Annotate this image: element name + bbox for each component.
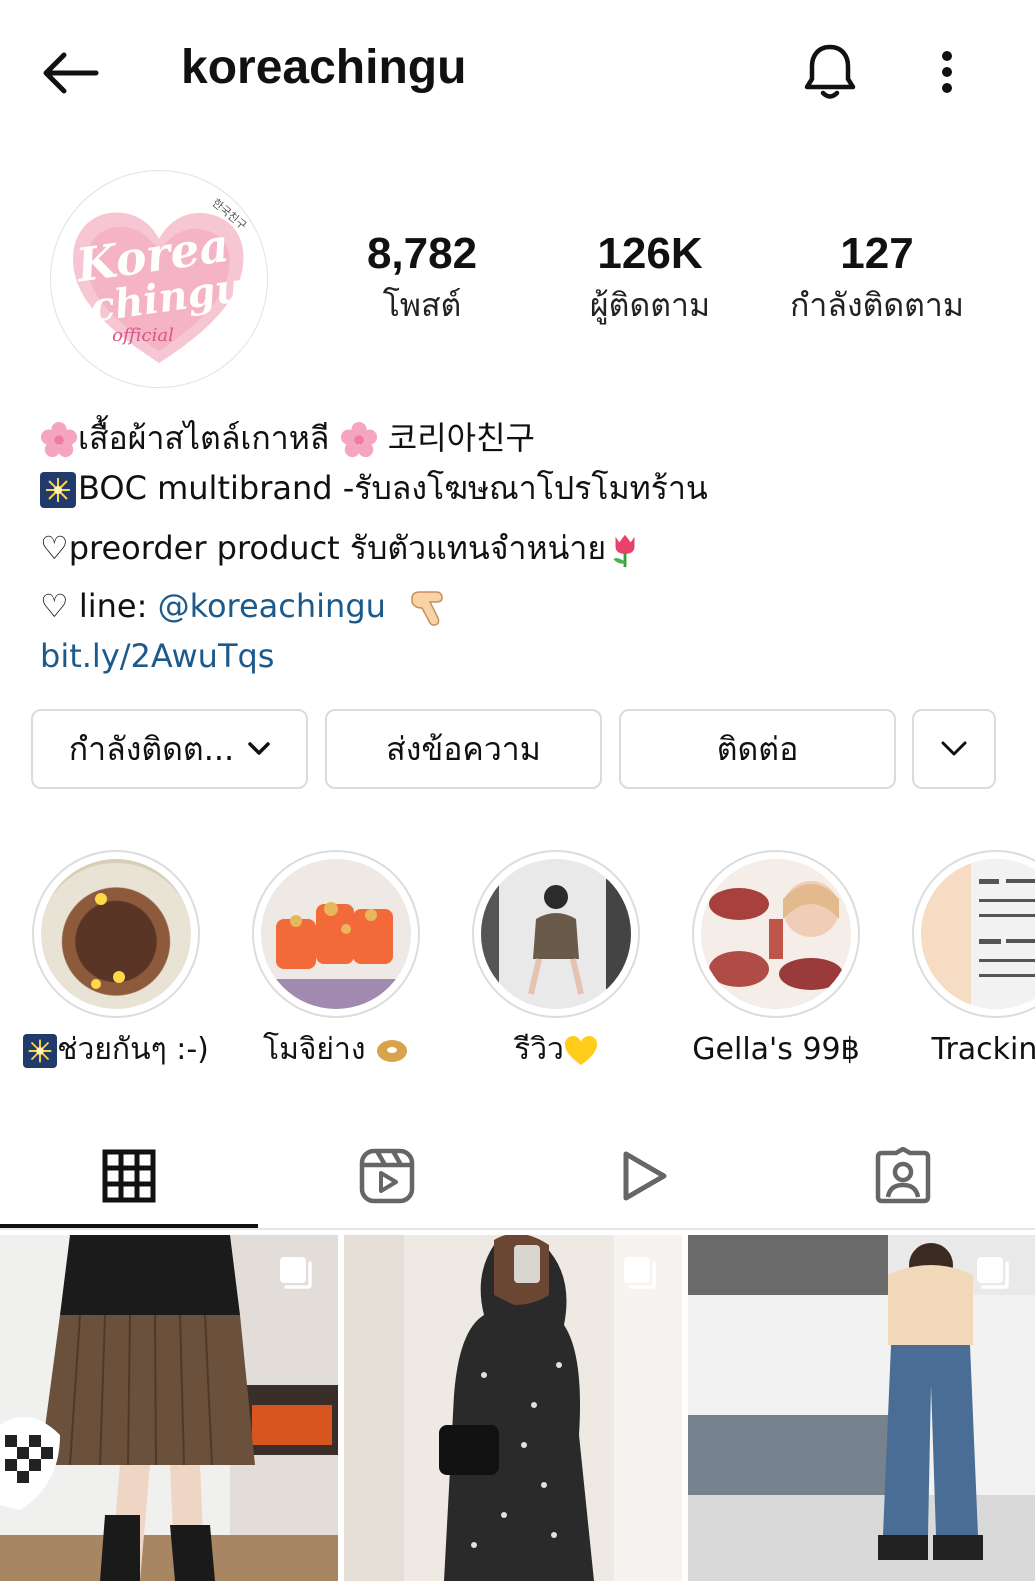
- back-button[interactable]: [38, 45, 102, 101]
- website-link[interactable]: bit.ly/2AwuTqs: [40, 634, 274, 678]
- more-options-button[interactable]: [925, 40, 969, 104]
- carousel-icon: [624, 1257, 656, 1289]
- bio-line-2: BOC multibrand -รับลงโฆษณาโปรโมทร้าน: [40, 466, 708, 510]
- story-highlight[interactable]: Gella's 99฿: [690, 850, 862, 1067]
- highlight-label: โมจิย่าง: [262, 1032, 376, 1067]
- line-handle-link[interactable]: @koreachingu: [158, 587, 386, 625]
- grid-icon: [102, 1149, 156, 1203]
- top-bar: koreachingu: [0, 0, 1035, 140]
- pointing-down-hand-icon: [411, 591, 443, 626]
- chevron-down-icon: [941, 741, 967, 756]
- highlight-cover: [481, 859, 631, 1009]
- story-highlight[interactable]: Tracking: [910, 850, 1035, 1067]
- posts-value: 8,782: [366, 229, 478, 278]
- following-value: 127: [840, 229, 914, 278]
- highlight-label: ช่วยกันๆ :-): [57, 1032, 209, 1067]
- yellow-heart-icon: [564, 1035, 597, 1065]
- more-vertical-icon: [942, 51, 952, 93]
- message-button[interactable]: ส่งข้อความ: [325, 709, 602, 789]
- carousel-icon: [280, 1257, 312, 1289]
- highlight-label: รีวิว: [514, 1032, 564, 1067]
- profile-avatar[interactable]: Korea chingu official 한국친구: [50, 170, 268, 388]
- post-thumbnail[interactable]: [344, 1235, 682, 1581]
- bio-line-1: เสื้อผ้าสไตล์เกาหลี 코리아친구: [40, 416, 535, 460]
- post-thumbnail[interactable]: [0, 1235, 338, 1581]
- carousel-icon: [977, 1257, 1009, 1289]
- followers-label: ผู้ติดตาม: [589, 286, 711, 324]
- brand-logo: Korea chingu official 한국친구: [71, 196, 249, 363]
- cherry-blossom-icon: [40, 421, 78, 458]
- tagged-person-icon: [875, 1147, 931, 1204]
- tab-posts-grid[interactable]: [0, 1126, 258, 1228]
- highlight-cover: [921, 859, 1035, 1009]
- post-thumbnail[interactable]: [688, 1235, 1035, 1581]
- bio-line-3: ♡preorder product รับตัวแทนจำหน่าย: [40, 526, 644, 570]
- active-tab-indicator: [0, 1224, 258, 1228]
- followers-value: 126K: [597, 229, 703, 278]
- highlight-label: Tracking: [931, 1032, 1035, 1067]
- notifications-button[interactable]: [798, 40, 862, 104]
- posts-label: โพสต์: [382, 286, 462, 324]
- tulip-icon: [613, 534, 635, 568]
- following-button[interactable]: กำลังติดต...: [31, 709, 308, 789]
- following-label: กำลังติดตาม: [790, 286, 964, 324]
- tab-videos[interactable]: [516, 1126, 774, 1226]
- reels-icon: [359, 1148, 415, 1204]
- tab-reels[interactable]: [258, 1126, 516, 1226]
- highlight-cover: [261, 859, 411, 1009]
- arrow-left-icon: [43, 52, 99, 94]
- story-highlight[interactable]: โมจิย่าง: [250, 850, 422, 1067]
- profile-username: koreachingu: [181, 41, 467, 94]
- contact-button[interactable]: ติดต่อ: [619, 709, 896, 789]
- followers-count[interactable]: 126K ผู้ติดตาม: [560, 228, 740, 328]
- following-count[interactable]: 127 กำลังติดตาม: [770, 228, 984, 328]
- highlight-cover: [41, 859, 191, 1009]
- story-highlight[interactable]: รีวิว: [470, 850, 642, 1067]
- content-tabs: [0, 1126, 1035, 1230]
- suggested-accounts-button[interactable]: [912, 709, 996, 789]
- video-play-icon: [623, 1151, 667, 1201]
- fireworks-icon: [23, 1033, 58, 1068]
- bio-line-4: ♡ line: @koreachingu: [40, 584, 450, 628]
- bagel-icon: [377, 1039, 408, 1062]
- svg-text:official: official: [112, 325, 174, 346]
- story-highlight[interactable]: ช่วยกันๆ :-): [23, 850, 209, 1068]
- fireworks-icon: [40, 472, 76, 508]
- tab-tagged[interactable]: [774, 1126, 1032, 1226]
- bell-icon: [804, 44, 856, 99]
- cherry-blossom-icon: [340, 421, 377, 458]
- chevron-down-icon: [248, 742, 270, 755]
- highlight-label: Gella's 99฿: [692, 1032, 860, 1067]
- posts-count[interactable]: 8,782 โพสต์: [340, 228, 504, 328]
- highlight-cover: [701, 859, 851, 1009]
